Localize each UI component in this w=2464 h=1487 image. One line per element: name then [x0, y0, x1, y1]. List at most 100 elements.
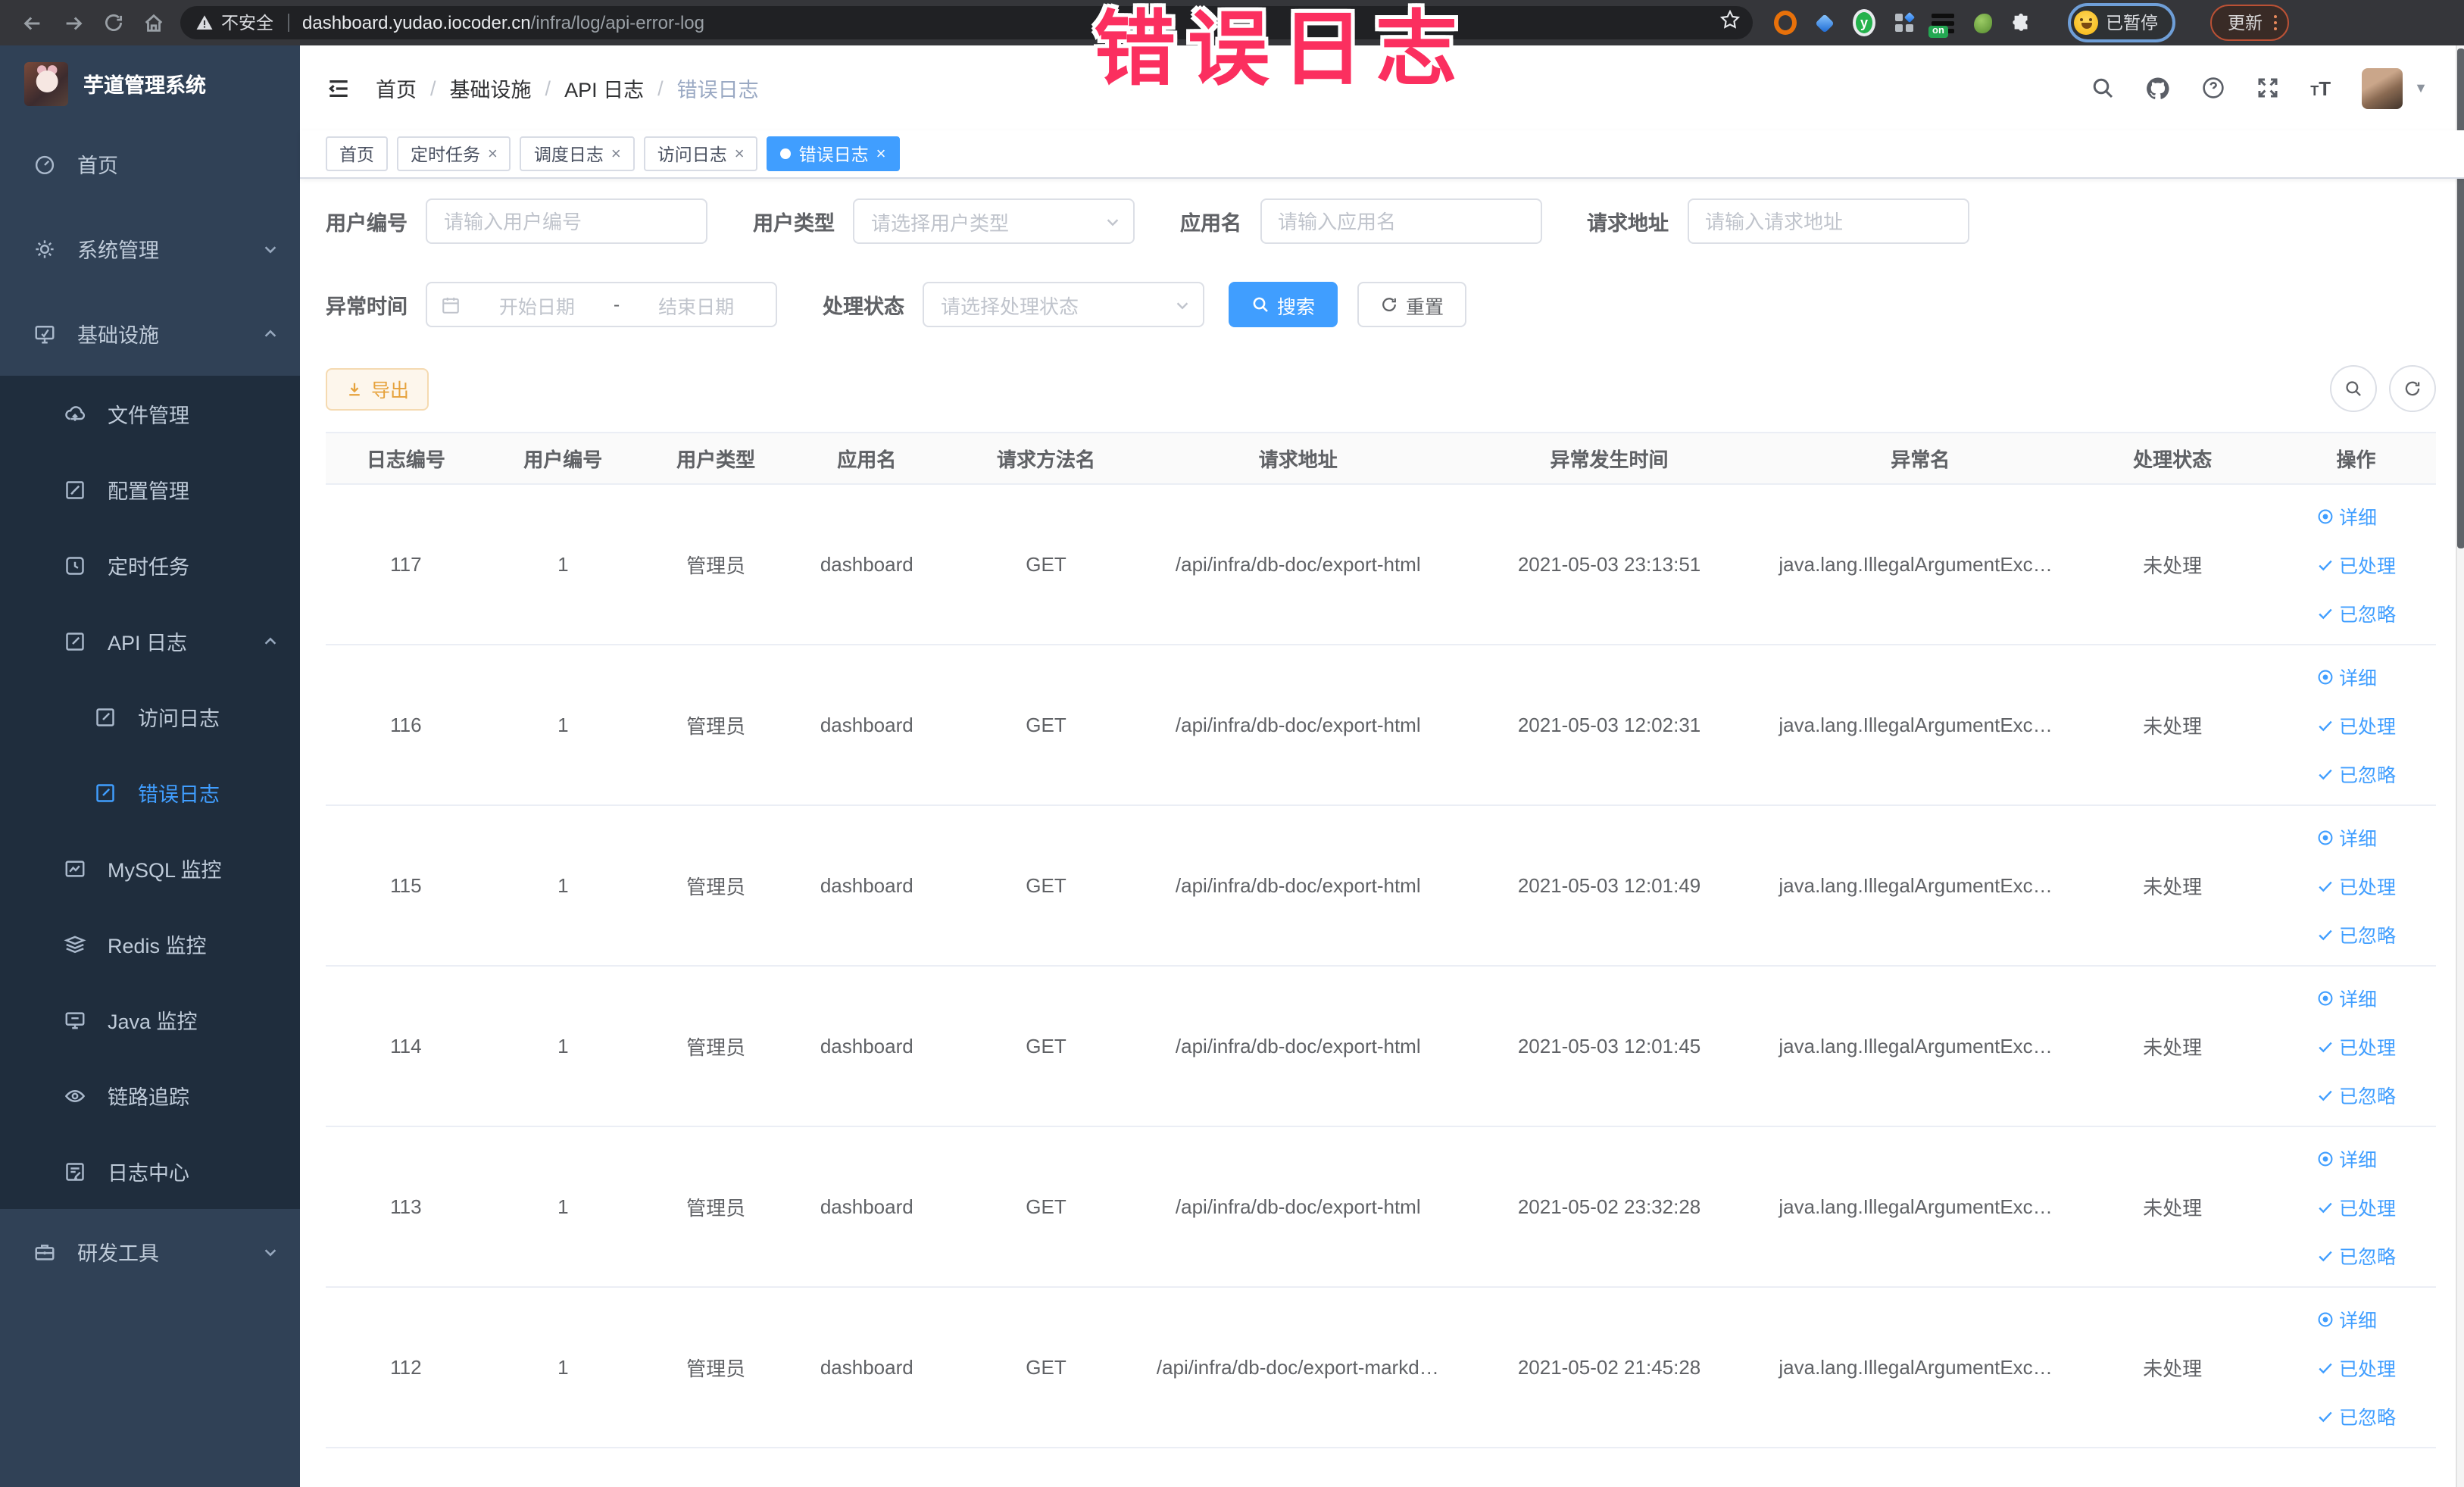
request-url-input[interactable] — [1687, 198, 1969, 244]
layers-icon — [64, 932, 88, 955]
filter-row-1: 用户编号 用户类型 请选择用户类型 应用名 — [326, 198, 2435, 244]
forward-icon[interactable] — [62, 11, 85, 34]
cell-user-id: 1 — [486, 1287, 640, 1448]
extension-plant-icon[interactable] — [1971, 11, 1994, 34]
extension-orange-ring-icon[interactable] — [1774, 11, 1797, 35]
col-exception-name: 异常名 — [1772, 432, 2069, 485]
app-name-input[interactable] — [1260, 198, 1541, 244]
page-scrollbar[interactable] — [2455, 45, 2464, 1487]
extensions-puzzle-icon[interactable] — [2010, 11, 2033, 34]
sidebar-item-log-center[interactable]: 日志中心 — [0, 1133, 300, 1209]
browser-profile-chip[interactable]: 已暂停 — [2068, 3, 2175, 42]
close-icon[interactable]: × — [488, 145, 498, 163]
toggle-search-button[interactable] — [2329, 365, 2376, 412]
mark-ignored-link[interactable]: 已忽略 — [2316, 759, 2396, 788]
filter-process-status: 处理状态 请选择处理状态 — [823, 282, 1204, 327]
scrollbar-thumb[interactable] — [2456, 48, 2464, 548]
edit-square-icon — [64, 478, 88, 501]
github-icon[interactable] — [2145, 75, 2171, 101]
extension-y-icon[interactable]: y — [1853, 9, 1875, 36]
app-logo-row[interactable]: 芋道管理系统 — [0, 45, 300, 121]
mark-processed-link[interactable]: 已处理 — [2316, 1192, 2396, 1221]
tag-home[interactable]: 首页 — [326, 136, 388, 171]
refresh-table-button[interactable] — [2388, 365, 2435, 412]
sidebar-item-config[interactable]: 配置管理 — [0, 451, 300, 527]
tag-error-log[interactable]: 错误日志 × — [767, 136, 900, 171]
reload-icon[interactable] — [103, 12, 124, 33]
sidebar-collapse-icon[interactable] — [326, 75, 351, 101]
detail-link[interactable]: 详细 — [2316, 823, 2377, 851]
extension-onetab-icon[interactable]: on — [1928, 11, 1954, 38]
user-type-select[interactable]: 请选择用户类型 — [853, 198, 1135, 244]
sidebar-item-trace[interactable]: 链路追踪 — [0, 1057, 300, 1133]
mark-ignored-link[interactable]: 已忽略 — [2316, 920, 2396, 948]
bookmark-star-icon[interactable] — [1719, 8, 1741, 37]
help-icon[interactable] — [2201, 76, 2225, 100]
sidebar-item-redis[interactable]: Redis 监控 — [0, 906, 300, 982]
mark-ignored-link[interactable]: 已忽略 — [2316, 1401, 2396, 1430]
breadcrumb-infra[interactable]: 基础设施 — [450, 73, 532, 103]
sidebar-item-job[interactable]: 定时任务 — [0, 527, 300, 603]
sidebar-item-mysql[interactable]: MySQL 监控 — [0, 830, 300, 906]
sidebar-item-access-log[interactable]: 访问日志 — [0, 679, 300, 754]
screenshot-stage: 不安全 dashboard.yudao.iocoder.cn/infra/log… — [0, 0, 2464, 1487]
user-menu[interactable]: ▼ — [2361, 67, 2428, 108]
close-icon[interactable]: × — [611, 145, 621, 163]
sidebar-item-system[interactable]: 系统管理 — [0, 206, 300, 291]
detail-link[interactable]: 详细 — [2316, 501, 2377, 530]
sidebar-item-infra[interactable]: 基础设施 — [0, 291, 300, 376]
mark-processed-link[interactable]: 已处理 — [2316, 1353, 2396, 1382]
cell-app-name: dashboard — [792, 966, 942, 1127]
detail-link[interactable]: 详细 — [2316, 662, 2377, 691]
browser-update-button[interactable]: 更新 — [2209, 5, 2289, 41]
mark-ignored-link[interactable]: 已忽略 — [2316, 1080, 2396, 1109]
mark-processed-link[interactable]: 已处理 — [2316, 711, 2396, 739]
extension-grid-icon[interactable] — [1892, 11, 1915, 34]
browser-menu-kebab-icon[interactable] — [2273, 13, 2277, 33]
sidebar-item-home[interactable]: 首页 — [0, 121, 300, 206]
close-icon[interactable]: × — [876, 145, 886, 163]
fullscreen-icon[interactable] — [2256, 76, 2280, 100]
cell-app-name: dashboard — [792, 484, 942, 645]
extension-gem-icon[interactable] — [1813, 11, 1836, 34]
tag-access-log[interactable]: 访问日志 × — [643, 136, 758, 171]
mark-processed-link[interactable]: 已处理 — [2316, 550, 2396, 579]
search-icon[interactable] — [2091, 76, 2115, 100]
breadcrumb-current: 错误日志 — [676, 79, 759, 102]
sidebar-item-error-log[interactable]: 错误日志 — [0, 754, 300, 830]
mark-processed-link[interactable]: 已处理 — [2316, 1032, 2396, 1061]
magnifier-icon — [1253, 297, 1268, 312]
back-icon[interactable] — [21, 11, 44, 34]
eye-icon — [2318, 990, 2333, 1005]
sidebar-item-file[interactable]: 文件管理 — [0, 376, 300, 451]
process-status-select[interactable]: 请选择处理状态 — [923, 282, 1204, 327]
tag-job[interactable]: 定时任务 × — [397, 136, 511, 171]
sidebar-item-dev-tools[interactable]: 研发工具 — [0, 1209, 300, 1294]
detail-link[interactable]: 详细 — [2316, 1144, 2377, 1173]
close-icon[interactable]: × — [735, 145, 745, 163]
table-row: 115 1 管理员 dashboard GET /api/infra/db-do… — [326, 805, 2435, 967]
sidebar-item-api-log[interactable]: API 日志 — [0, 603, 300, 679]
mark-processed-link[interactable]: 已处理 — [2316, 871, 2396, 900]
search-button[interactable]: 搜索 — [1229, 282, 1338, 327]
security-indicator[interactable]: 不安全 — [195, 11, 273, 35]
font-size-icon[interactable]: TT — [2310, 78, 2331, 98]
cell-user-id: 1 — [486, 484, 640, 645]
breadcrumb-api-log[interactable]: API 日志 — [564, 73, 644, 103]
mark-ignored-link[interactable]: 已忽略 — [2316, 598, 2396, 627]
mark-ignored-link[interactable]: 已忽略 — [2316, 1241, 2396, 1270]
date-range-picker[interactable]: 开始日期 - 结束日期 — [426, 282, 777, 327]
cell-method: GET — [942, 1287, 1151, 1448]
address-bar[interactable]: 不安全 dashboard.yudao.iocoder.cn/infra/log… — [180, 6, 1753, 39]
tag-job-log[interactable]: 调度日志 × — [520, 136, 635, 171]
refresh-icon — [2404, 381, 2419, 396]
export-button[interactable]: 导出 — [326, 367, 429, 410]
user-id-input[interactable] — [426, 198, 707, 244]
home-icon[interactable] — [142, 11, 165, 34]
detail-link[interactable]: 详细 — [2316, 1304, 2377, 1333]
detail-link[interactable]: 详细 — [2316, 983, 2377, 1012]
breadcrumb-home[interactable]: 首页 — [376, 73, 417, 103]
sidebar-item-java[interactable]: Java 监控 — [0, 982, 300, 1057]
cell-user-type: 管理员 — [639, 1287, 792, 1448]
reset-button[interactable]: 重置 — [1357, 282, 1467, 327]
